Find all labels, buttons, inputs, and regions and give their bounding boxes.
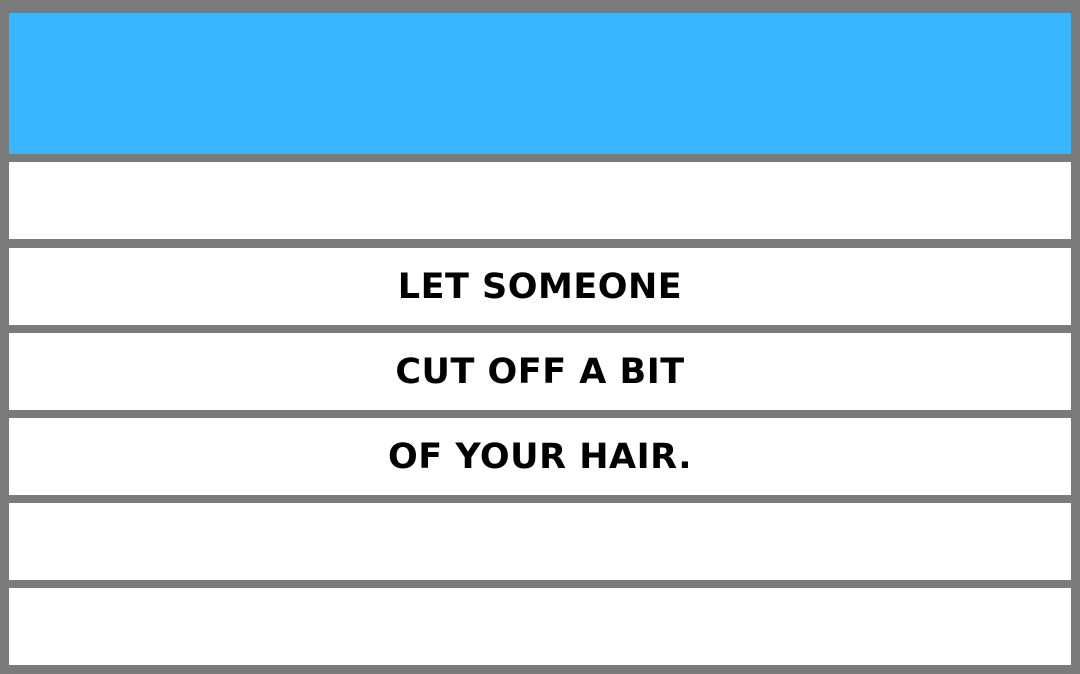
header-band [9, 13, 1071, 154]
line-row-3: CUT OFF A BIT [9, 333, 1071, 410]
line-row-2: LET SOMEONE [9, 248, 1071, 325]
line-text-2: LET SOMEONE [397, 266, 683, 307]
task-card: LET SOMEONE CUT OFF A BIT OF YOUR HAIR. [0, 0, 1080, 674]
line-row-1 [9, 162, 1071, 239]
line-text-3: CUT OFF A BIT [395, 351, 685, 392]
line-row-4: OF YOUR HAIR. [9, 418, 1071, 495]
line-row-6 [9, 588, 1071, 665]
line-row-5 [9, 503, 1071, 580]
line-text-4: OF YOUR HAIR. [387, 436, 693, 477]
